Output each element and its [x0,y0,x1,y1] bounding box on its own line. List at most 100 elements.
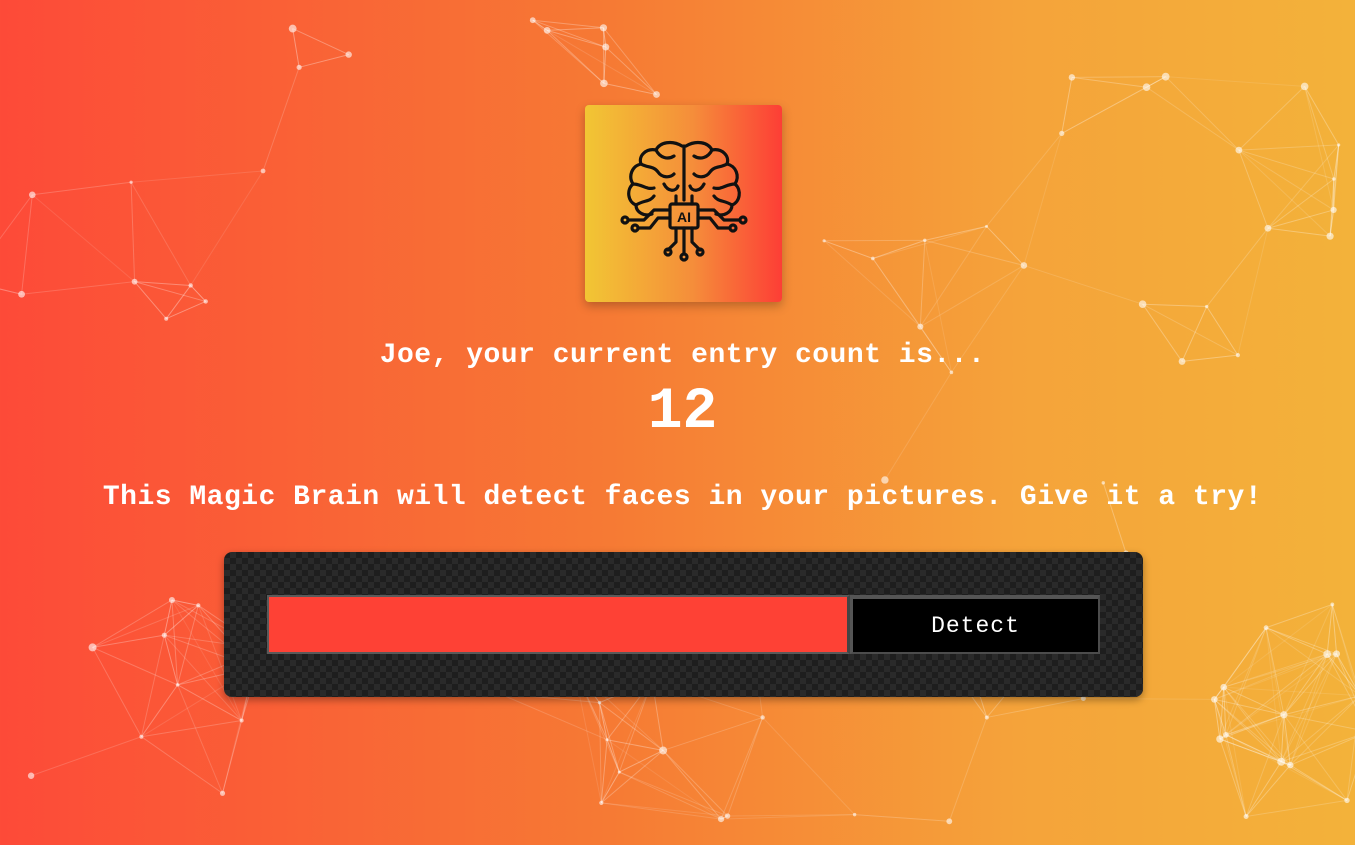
particle-node [139,734,144,739]
particle-node [188,283,193,288]
particle-link [1214,653,1337,700]
particle-link [1265,627,1328,655]
particle-link [532,19,548,31]
particle-link [1214,699,1282,763]
particle-link [1280,653,1338,762]
particle-link [130,181,192,286]
particle-node [602,43,610,51]
particle-link [1225,653,1337,736]
particle-link [0,288,22,295]
particle-link [31,194,135,283]
particle-link [1280,653,1328,762]
particle-link [1225,734,1247,817]
particle-link [92,647,142,737]
particle-node [288,24,297,33]
particle-link [1289,653,1338,766]
particle-node [529,17,536,24]
particle-link [1346,733,1355,801]
particle-link [1225,627,1267,736]
particle-link [720,815,728,820]
particle-link [1219,738,1247,817]
particle-link [134,281,191,286]
particle-link [1304,86,1335,180]
particle-link [1336,653,1355,700]
particle-link [1223,687,1227,735]
particle-node [543,26,551,34]
particle-link [1281,761,1291,766]
particle-link [1283,653,1328,716]
particle-link [601,802,728,817]
particle-node [724,813,731,819]
particle-link [1336,653,1355,688]
particle-link [605,46,657,95]
particle-link [606,739,620,773]
ai-brain-icon: AI [619,140,748,262]
particle-node [129,180,133,184]
particle-link [1331,604,1355,686]
particle-link [1219,738,1291,766]
particle-node [605,738,609,742]
particle-link [1219,627,1267,740]
particle-node [985,224,989,228]
particle-link [598,702,620,773]
particle-link [662,750,722,820]
particle-link [262,67,300,172]
particle-link [1023,133,1063,266]
particle-node [18,290,25,298]
particle-node [1059,130,1065,136]
particle-link [1267,178,1335,229]
particle-link [92,604,199,648]
particle-node [917,323,924,330]
particle-node [949,370,954,375]
image-url-input[interactable] [267,595,850,654]
particle-link [662,716,763,751]
particle-link [1165,76,1240,151]
particle-node [1161,72,1170,81]
entry-count-message: Joe, your current entry count is... [379,340,986,371]
particle-link [872,225,987,259]
particle-link [1223,627,1267,688]
particle-node [923,238,927,243]
particle-node [1337,143,1341,147]
particle-link [1213,699,1221,740]
particle-node [1216,735,1224,743]
particle-link [1223,653,1328,688]
particle-node [296,64,302,70]
particle-link [546,29,657,95]
particle-link [919,226,987,327]
detect-button[interactable]: Detect [850,595,1100,654]
particle-link [1265,627,1282,762]
particle-node [1344,797,1350,804]
particle-node [175,683,180,687]
particle-link [1223,686,1285,716]
logo[interactable]: AI [585,105,782,302]
particle-node [1323,650,1332,658]
particle-node [871,256,875,261]
particle-link [619,771,728,817]
particle-link [1265,627,1355,693]
particle-node [1263,625,1269,631]
particle-link [1281,736,1355,763]
particle-link [30,736,142,777]
particle-link [1283,696,1355,716]
particle-link [986,225,1025,266]
tagline: This Magic Brain will detect faces in yo… [102,482,1263,513]
particle-link [1061,77,1073,134]
particle-node [88,643,97,652]
particle-link [532,19,606,48]
particle-link [498,692,608,741]
particle-link [165,285,192,319]
particle-link [1213,686,1225,700]
particle-node [1330,206,1337,214]
particle-link [924,225,987,241]
particle-link [1146,76,1166,88]
particle-link [190,170,264,286]
particle-link [1238,149,1331,237]
particle-link [1223,686,1355,696]
particle-link [163,604,199,636]
particle-link [1214,699,1291,766]
particle-link [177,684,223,794]
particle-node [597,700,602,705]
particle-link [1142,303,1207,308]
particle-link [1083,697,1215,700]
